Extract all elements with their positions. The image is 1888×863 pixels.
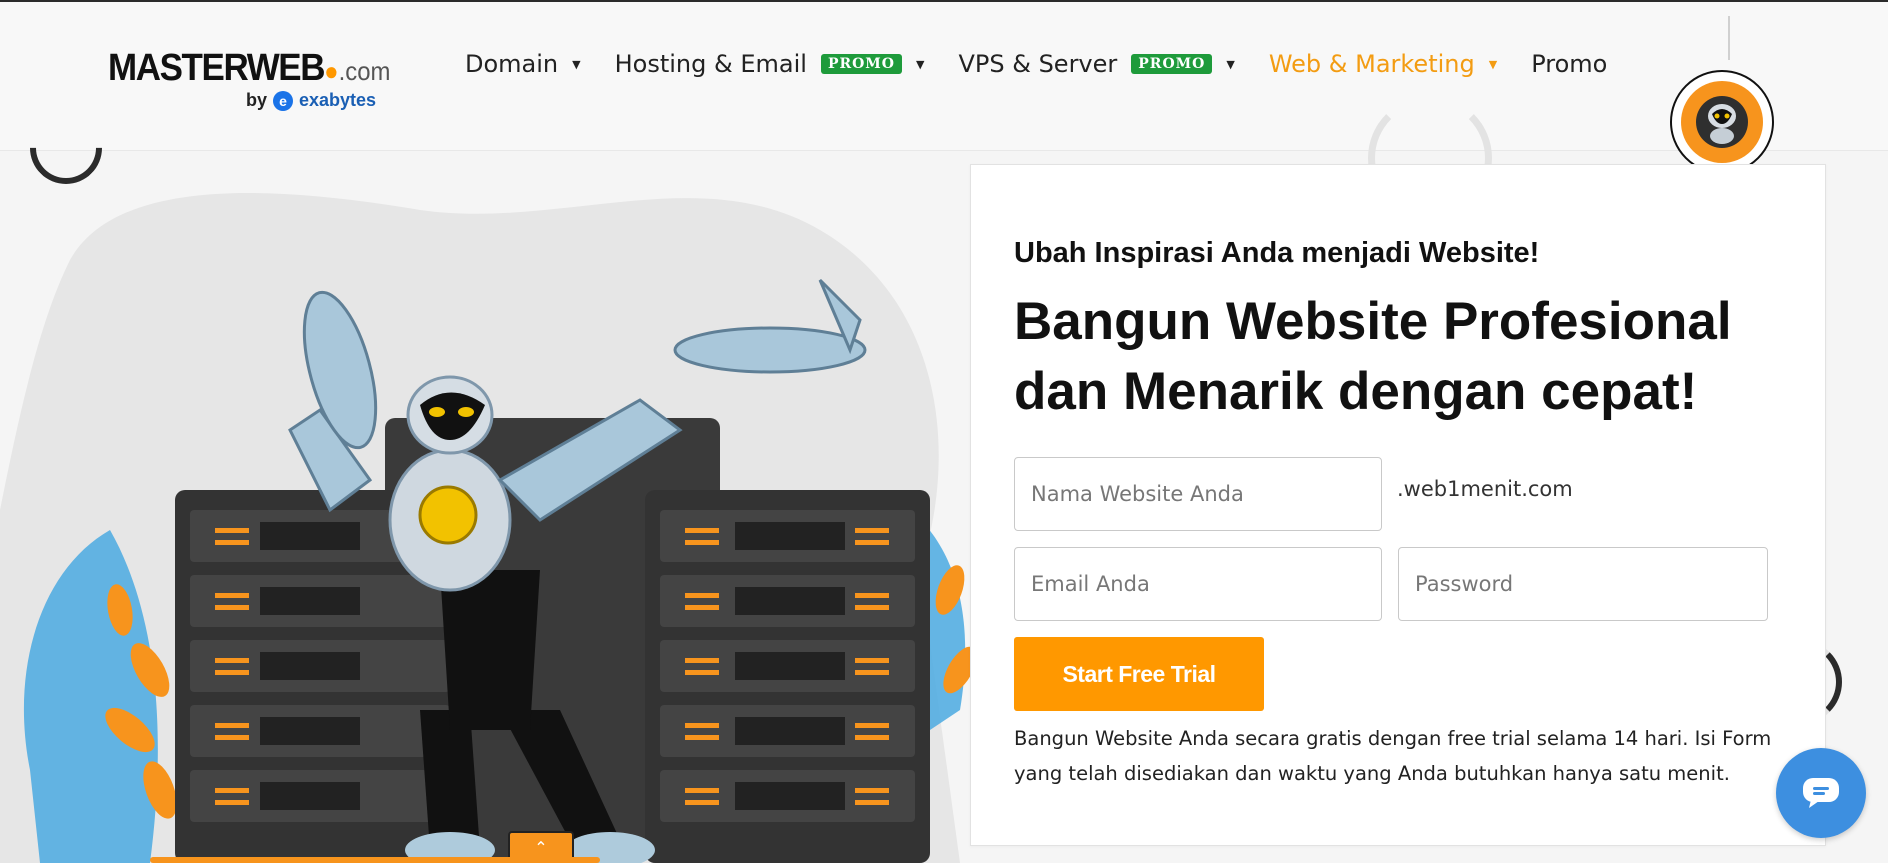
password-input[interactable]: [1398, 547, 1768, 621]
caret-down-icon: ▼: [916, 57, 925, 71]
caret-down-icon: ▼: [572, 57, 581, 71]
website-name-input[interactable]: [1014, 457, 1382, 531]
nav-item-label: Web & Marketing: [1268, 50, 1475, 78]
promo-badge: PROMO: [1131, 54, 1213, 74]
hero-headline: Bangun Website Profesional dan Menarik d…: [1014, 292, 1732, 421]
chat-widget-button[interactable]: [1776, 748, 1866, 838]
nav-item-label: VPS & Server: [958, 50, 1118, 78]
hero-description: Bangun Website Anda secara gratis dengan…: [1014, 727, 1772, 785]
server-rack-right: [645, 490, 930, 863]
email-input[interactable]: [1014, 547, 1382, 621]
site-header: MASTERWEB●.com by e exabytes Domain ▼ Ho…: [0, 2, 1888, 151]
hero-eyebrow: Ubah Inspirasi Anda menjadi Website!: [1014, 237, 1540, 269]
domain-suffix: .web1menit.com: [1397, 477, 1573, 501]
partner-name: exabytes: [299, 90, 377, 110]
signup-card: Ubah Inspirasi Anda menjadi Website! Ban…: [970, 164, 1826, 846]
logo-wordmark: MASTERWEB●.com: [108, 47, 391, 89]
nav-item-promo[interactable]: Promo: [1531, 50, 1607, 78]
logo-tld: ●.com: [324, 56, 391, 86]
nav-item-vps-server[interactable]: VPS & Server PROMO ▼: [958, 50, 1234, 78]
nav-item-hosting-email[interactable]: Hosting & Email PROMO ▼: [615, 50, 925, 78]
chevron-up-icon: ⌃: [534, 837, 548, 857]
promo-badge: PROMO: [820, 54, 902, 74]
user-avatar[interactable]: [1670, 70, 1774, 174]
byline-prefix: by: [246, 90, 268, 110]
caret-down-icon: ▼: [1488, 57, 1498, 71]
nav-item-label: Hosting & Email: [614, 50, 807, 78]
robot-avatar-icon: [1681, 81, 1763, 163]
logo-byline: by e exabytes: [246, 90, 376, 111]
hero-illustration: [0, 192, 975, 863]
caret-down-icon: ▼: [1226, 57, 1235, 71]
nav-item-label: Promo: [1531, 50, 1608, 78]
header-divider: [1728, 16, 1730, 60]
nav-item-domain[interactable]: Domain ▼: [465, 50, 581, 78]
masterweb-logo[interactable]: MASTERWEB●.com by e exabytes: [108, 47, 391, 118]
main-menu: Domain ▼ Hosting & Email PROMO ▼ VPS & S…: [465, 44, 1641, 84]
nav-item-label: Domain: [465, 50, 559, 78]
start-free-trial-button[interactable]: Start Free Trial: [1014, 637, 1264, 711]
nav-item-web-marketing[interactable]: Web & Marketing ▼: [1269, 50, 1497, 78]
exabytes-logo-icon: e: [273, 90, 294, 111]
bottom-accent-bar: [150, 857, 600, 863]
chat-bubble-icon: [1803, 778, 1839, 808]
